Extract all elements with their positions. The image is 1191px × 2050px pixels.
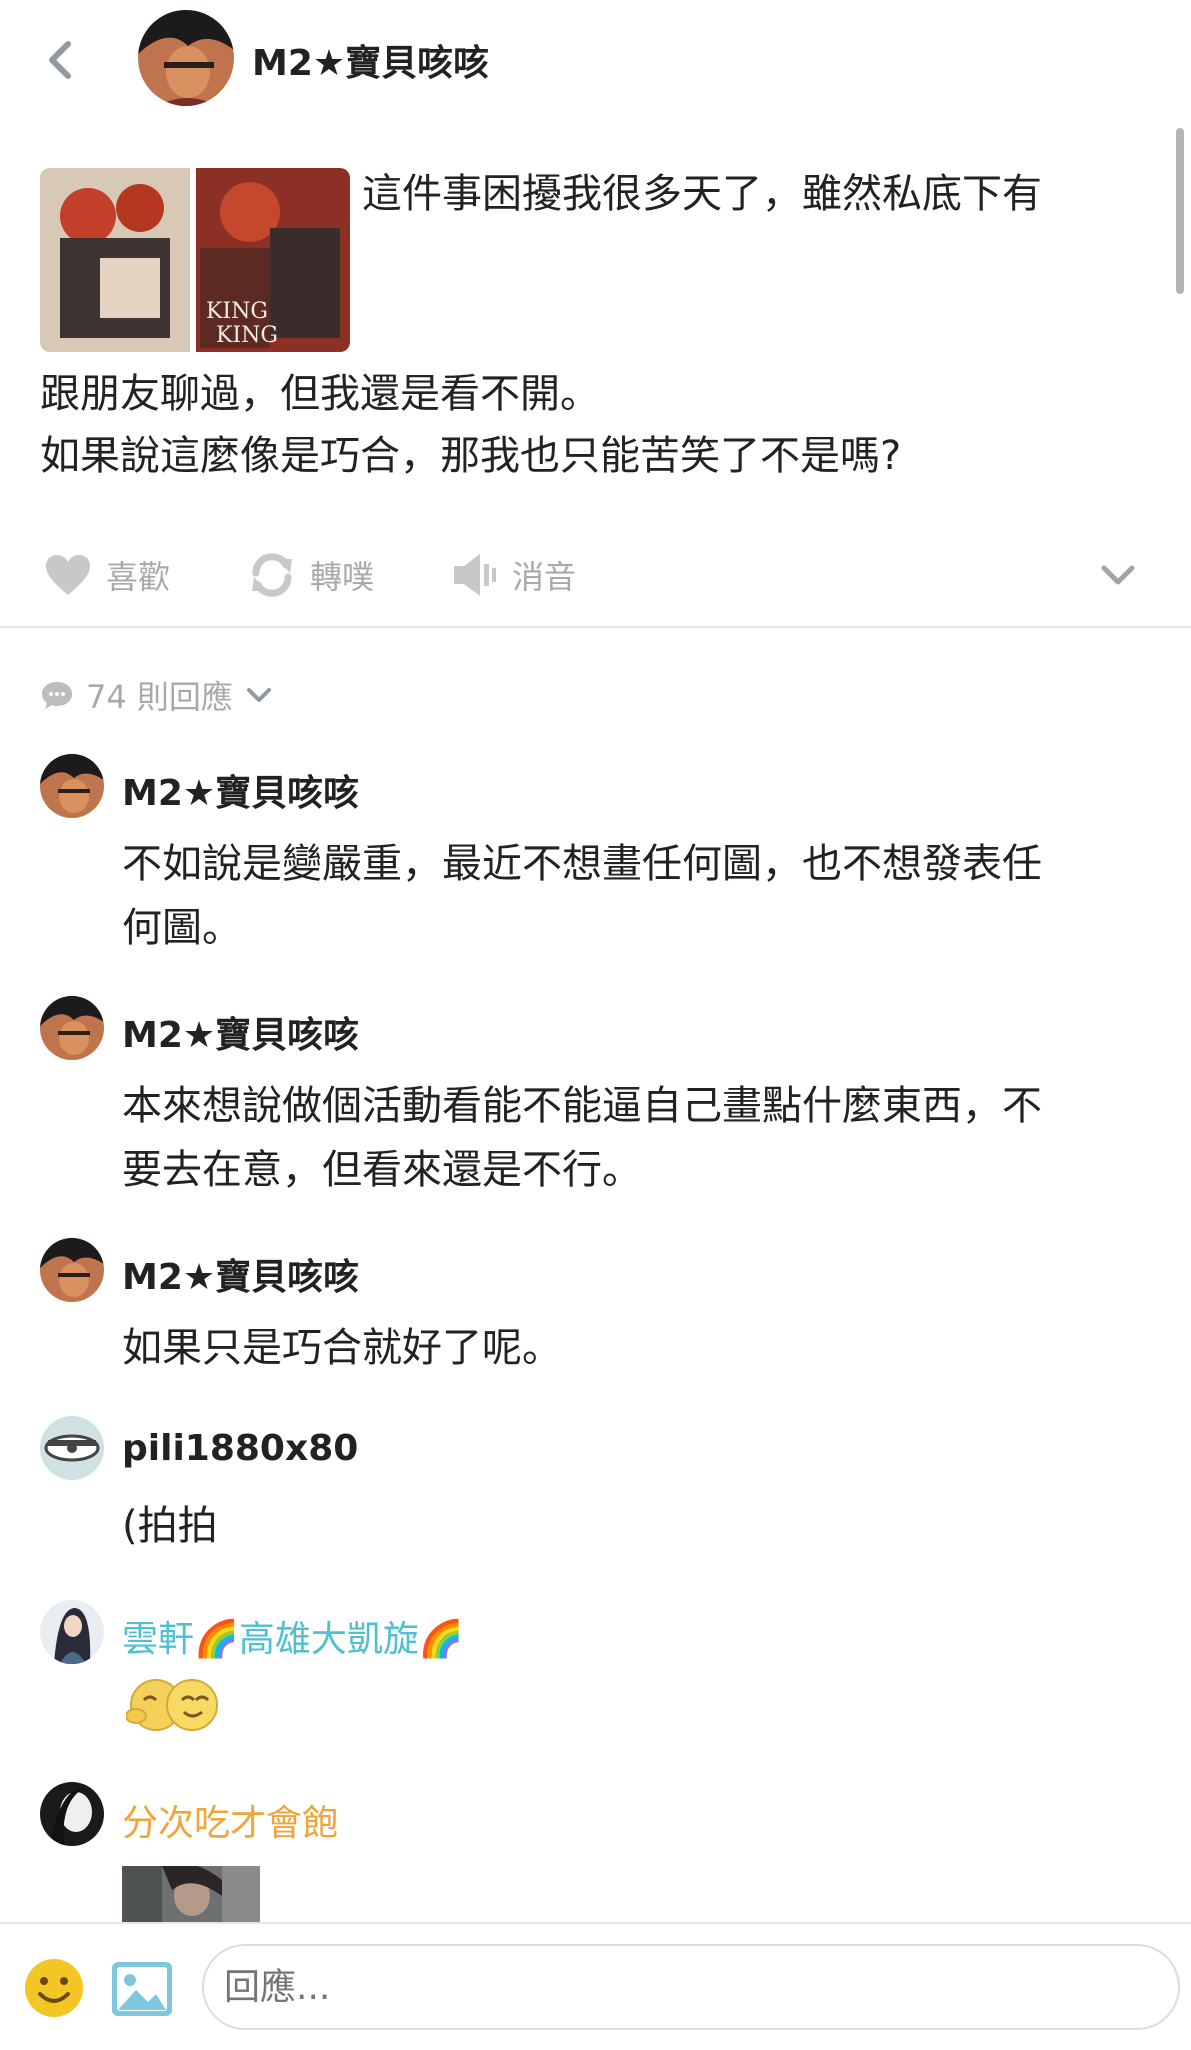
more-options-button[interactable] [1098,550,1138,600]
like-label: 喜歡 [106,558,171,596]
response-author[interactable]: M2★寶貝咳咳 [122,1248,359,1300]
svg-text:KING: KING [216,323,278,348]
post-text-line-3: 如果說這麼像是巧合，那我也只能苦笑了不是嗎? [40,433,902,479]
rainbow-icon: 🌈 [194,1619,239,1660]
response-count-label: 74 則回應 [86,678,233,716]
author-name[interactable]: M2★寶貝咳咳 [252,34,489,86]
reply-input[interactable] [202,1944,1180,2030]
post-actions: 喜歡 轉噗 消音 [0,540,1191,610]
response-text: (拍拍 [122,1494,1152,1558]
top-bar: M2★寶貝咳咳 [0,0,1191,118]
response-text-line: 本來想說做個活動看能不能逼自己畫點什麼東西，不 [122,1083,1042,1129]
response-author[interactable]: M2★寶貝咳咳 [122,1006,359,1058]
response-text-line: 如果只是巧合就好了呢。 [122,1325,562,1371]
post-text-line-2: 跟朋友聊過，但我還是看不開。 [40,371,600,417]
mute-label: 消音 [512,558,577,596]
response-author[interactable]: 分次吃才會飽 [122,1794,338,1846]
chevron-left-icon [49,41,71,79]
post-text-line-1: 這件事困擾我很多天了，雖然私底下有 [362,171,1042,217]
response-avatar[interactable] [40,1600,104,1664]
response-author-part: 雲軒 [122,1619,195,1660]
scrollbar[interactable] [1176,128,1184,294]
photo-button[interactable] [110,1960,174,2018]
author-avatar[interactable] [138,10,234,106]
refresh-icon [252,553,292,597]
response-text: 本來想說做個活動看能不能逼自己畫點什麼東西，不 要去在意，但看來還是不行。 [122,1074,1152,1202]
chevron-down-icon [1101,565,1135,585]
smiley-icon [25,1959,83,2017]
response-author[interactable]: M2★寶貝咳咳 [122,764,359,816]
emoji-button[interactable] [22,1956,86,2020]
image-icon [112,1962,172,2016]
mute-button[interactable]: 消音 [452,550,576,600]
response-text-line: 要去在意，但看來還是不行。 [122,1147,642,1193]
like-button[interactable]: 喜歡 [44,550,170,600]
replurk-label: 轉噗 [310,558,375,596]
replurk-button[interactable]: 轉噗 [248,550,374,600]
speaker-mute-icon [454,554,496,596]
response-avatar[interactable] [40,1238,104,1302]
response-text: 如果只是巧合就好了呢。 [122,1316,1152,1380]
back-button[interactable] [40,30,80,90]
response-image[interactable] [122,1866,260,1928]
heart-icon [46,555,90,595]
response-text-line: 何圖。 [122,905,242,951]
response-count-toggle[interactable]: 74 則回應 [40,672,273,718]
response-text-line: 不如說是變嚴重，最近不想畫任何圖，也不想發表任 [122,841,1042,887]
thumbnail-text: KING [206,299,268,324]
post-thumbnail[interactable]: KING KING [40,168,350,352]
response-author-part: 高雄大凱旋 [238,1619,419,1660]
hugging-emoji-icon [125,1676,226,1734]
speech-bubble-icon [42,682,72,709]
chevron-down-icon [246,688,271,702]
response-text-line: (拍拍 [122,1503,218,1549]
response-text: 不如說是變嚴重，最近不想畫任何圖，也不想發表任 何圖。 [122,832,1152,960]
divider [0,626,1191,628]
composer-bar [0,1922,1191,2050]
response-avatar[interactable] [40,996,104,1060]
response-author[interactable]: 雲軒🌈高雄大凱旋🌈 [122,1610,464,1662]
rainbow-icon: 🌈 [418,1619,464,1660]
response-avatar[interactable] [40,1416,104,1480]
response-avatar[interactable] [40,754,104,818]
response-author[interactable]: pili1880x80 [122,1428,358,1469]
response-avatar[interactable] [40,1782,104,1846]
